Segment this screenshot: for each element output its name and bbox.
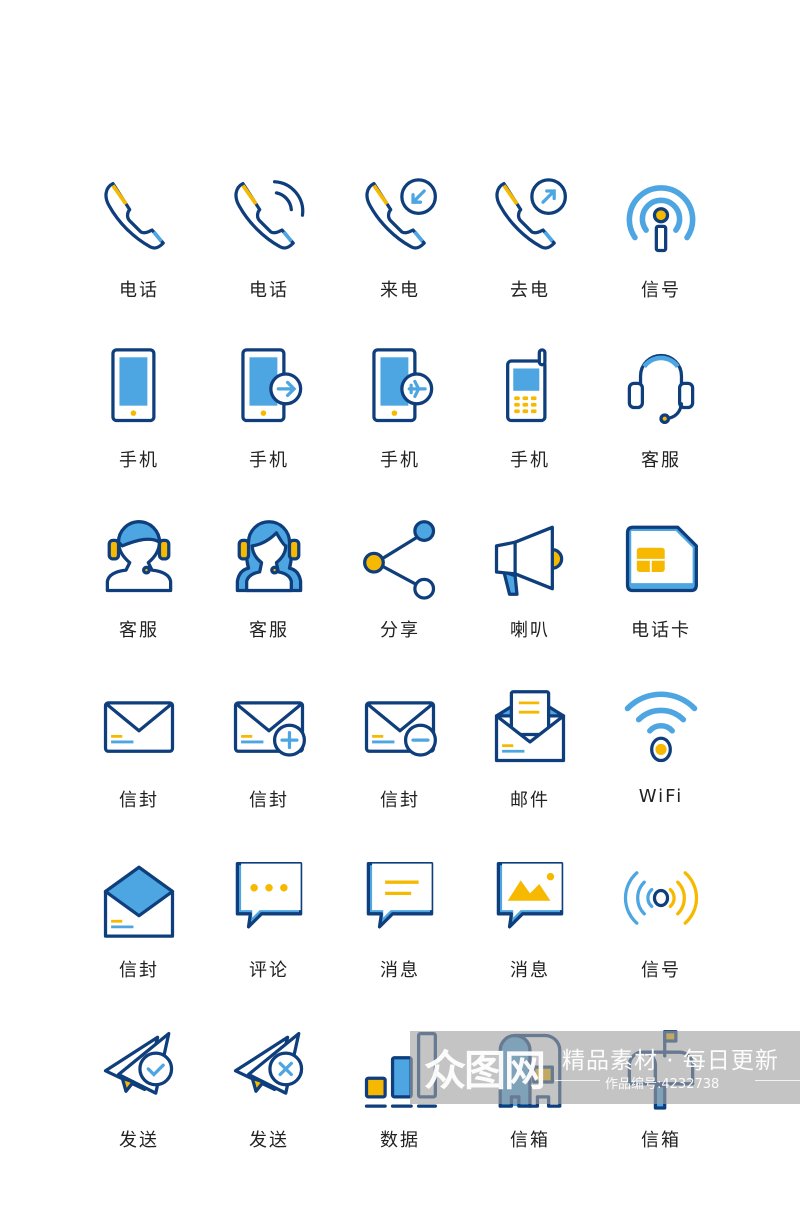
icon-label: 信封 (380, 790, 420, 811)
icon-label: 发送 (119, 1130, 159, 1151)
send-check-icon (103, 1031, 174, 1095)
watermark-divider (755, 1080, 800, 1081)
icon-tile: 邮件 (465, 688, 595, 858)
icon-tile: 客服 (204, 518, 334, 688)
icon-label: 去电 (510, 280, 550, 301)
incoming-call-icon (365, 178, 437, 250)
icon-tile: 消息 (465, 858, 595, 1028)
icon-label: 消息 (510, 960, 550, 981)
icon-tile: 手机 (335, 348, 465, 518)
icon-label: 手机 (249, 450, 289, 471)
headset-icon (627, 353, 695, 425)
wifi-icon (624, 691, 698, 763)
icon-label: 信箱 (510, 1130, 550, 1151)
icon-tile: 信封 (74, 688, 204, 858)
icon-label: 客服 (249, 620, 289, 641)
icon-tile: 信号 (596, 858, 726, 1028)
icon-tile: 信封 (204, 688, 334, 858)
watermark-banner: 众图网 精品素材 · 每日更新 作品编号:4232738 (410, 1031, 800, 1104)
open-mail-letter-icon (494, 690, 566, 763)
icon-label: 手机 (119, 450, 159, 471)
sim-card-icon (625, 525, 698, 593)
icon-label: 来电 (380, 280, 420, 301)
icon-tile: 信封 (74, 858, 204, 1028)
smartphone-airplane-icon (372, 348, 434, 423)
open-envelope-icon (103, 865, 175, 938)
icon-label: 电话 (119, 280, 159, 301)
icon-label: 信箱 (641, 1130, 681, 1151)
envelope-icon (103, 701, 175, 753)
share-icon (363, 520, 436, 600)
icon-label: 手机 (510, 450, 550, 471)
icon-label: WiFi (638, 786, 684, 807)
phone-ringing-icon (234, 180, 305, 250)
watermark-slogan: 精品素材 · 每日更新 (562, 1048, 779, 1074)
icon-tile: 发送 (74, 1028, 204, 1198)
icon-label: 客服 (641, 450, 681, 471)
feature-phone-icon (506, 348, 547, 423)
icon-label: 信封 (119, 790, 159, 811)
icon-label: 客服 (119, 620, 159, 641)
icon-tile: 信封 (335, 688, 465, 858)
broadcast-signal-icon (623, 871, 699, 925)
icon-tile: 喇叭 (465, 518, 595, 688)
icon-tile: 客服 (74, 518, 204, 688)
icon-tile: 信号 (596, 178, 726, 348)
phone-icon (104, 181, 165, 250)
icon-label: 邮件 (510, 790, 550, 811)
icon-tile: 消息 (335, 858, 465, 1028)
icon-label: 喇叭 (510, 620, 550, 641)
watermark-code: 作品编号:4232738 (605, 1077, 720, 1092)
icon-tile: 评论 (204, 858, 334, 1028)
icon-label: 分享 (380, 620, 420, 641)
message-icon (366, 861, 434, 929)
watermark-logo: 众图网 (424, 1046, 546, 1095)
icon-tile: 电话卡 (596, 518, 726, 688)
icon-tile: 来电 (335, 178, 465, 348)
icon-label: 消息 (380, 960, 420, 981)
icon-label: 手机 (380, 450, 420, 471)
icon-label: 信号 (641, 960, 681, 981)
icon-tile: 客服 (596, 348, 726, 518)
signal-tower-icon (626, 185, 696, 253)
icon-tile: 去电 (465, 178, 595, 348)
icon-tile: 手机 (204, 348, 334, 518)
icon-tile: WiFi (596, 688, 726, 858)
icon-tile: 电话 (204, 178, 334, 348)
watermark-divider (555, 1080, 600, 1081)
icon-label: 发送 (249, 1130, 289, 1151)
icon-label: 评论 (249, 960, 289, 981)
icon-label: 电话卡 (631, 620, 691, 641)
smartphone-forward-icon (241, 348, 303, 423)
icon-tile: 手机 (465, 348, 595, 518)
envelope-remove-icon (364, 701, 437, 757)
icon-tile: 分享 (335, 518, 465, 688)
icon-label: 数据 (380, 1130, 420, 1151)
female-agent-icon (235, 520, 303, 593)
icon-tile: 发送 (204, 1028, 334, 1198)
send-cancel-icon (233, 1031, 304, 1095)
icon-label: 信号 (641, 280, 681, 301)
icon-tile: 手机 (74, 348, 204, 518)
envelope-add-icon (233, 701, 306, 757)
male-agent-icon (105, 520, 173, 593)
smartphone-icon (111, 348, 156, 423)
icon-label: 信封 (249, 790, 289, 811)
megaphone-icon (494, 525, 564, 596)
icon-tile: 电话 (74, 178, 204, 348)
comment-icon (235, 861, 303, 929)
outgoing-call-icon (495, 178, 567, 250)
image-message-icon (496, 861, 564, 929)
icon-label: 电话 (249, 280, 289, 301)
icon-label: 信封 (119, 960, 159, 981)
